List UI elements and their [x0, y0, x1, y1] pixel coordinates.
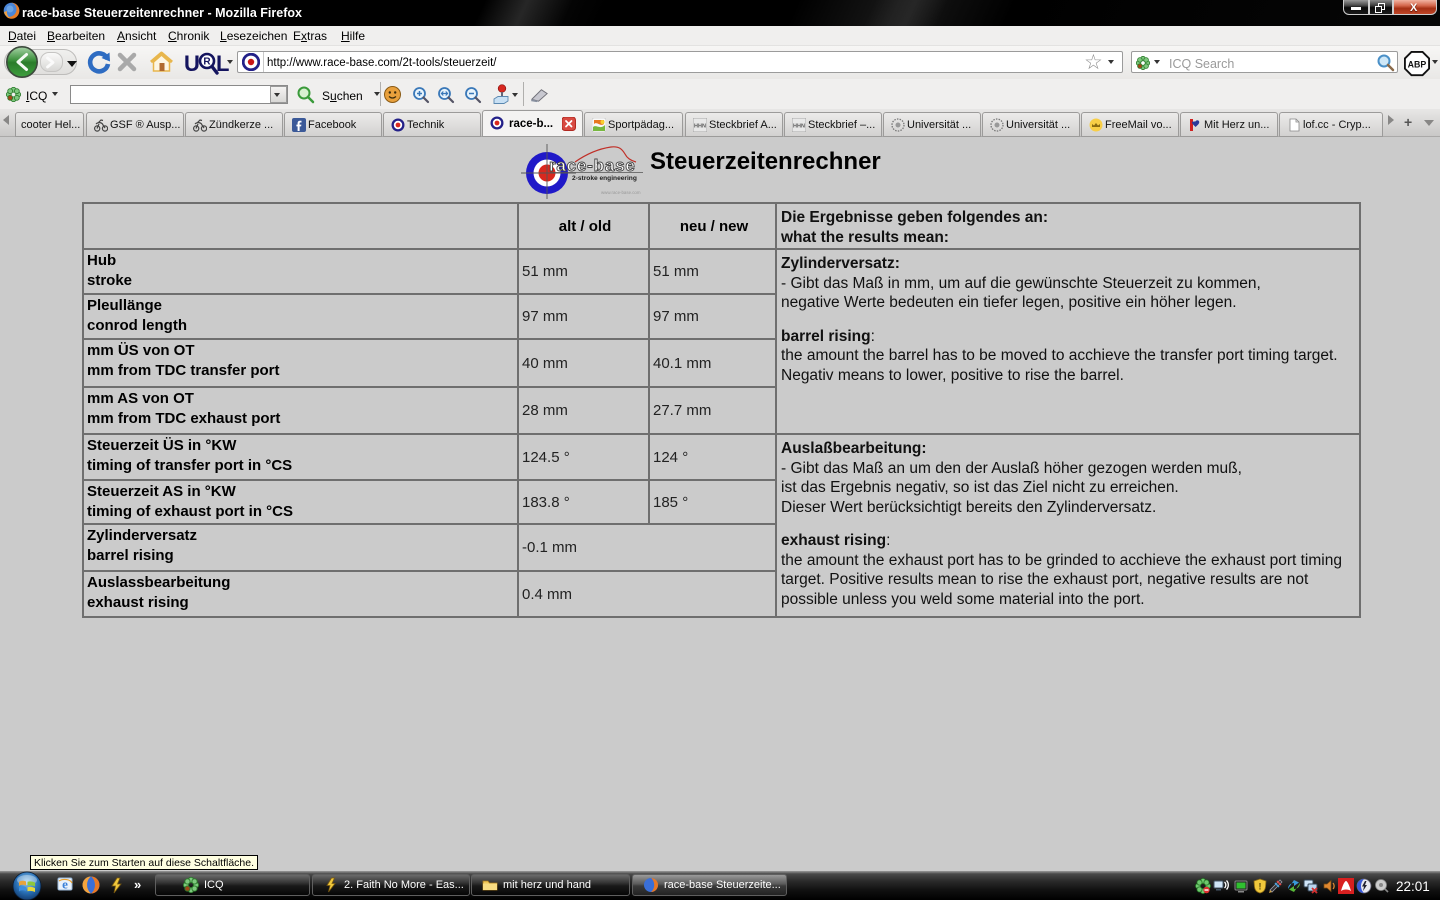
svg-text:ABP: ABP	[1408, 59, 1427, 69]
svg-text:HHN: HHN	[793, 124, 805, 130]
svg-text:HHN: HHN	[694, 124, 706, 130]
svg-text:R: R	[203, 57, 211, 68]
svg-text:!: !	[1259, 882, 1262, 892]
svg-text:e: e	[62, 877, 68, 892]
svg-text:www.race-base.com: www.race-base.com	[601, 190, 641, 195]
svg-text:2-stroke engineering: 2-stroke engineering	[572, 175, 637, 182]
